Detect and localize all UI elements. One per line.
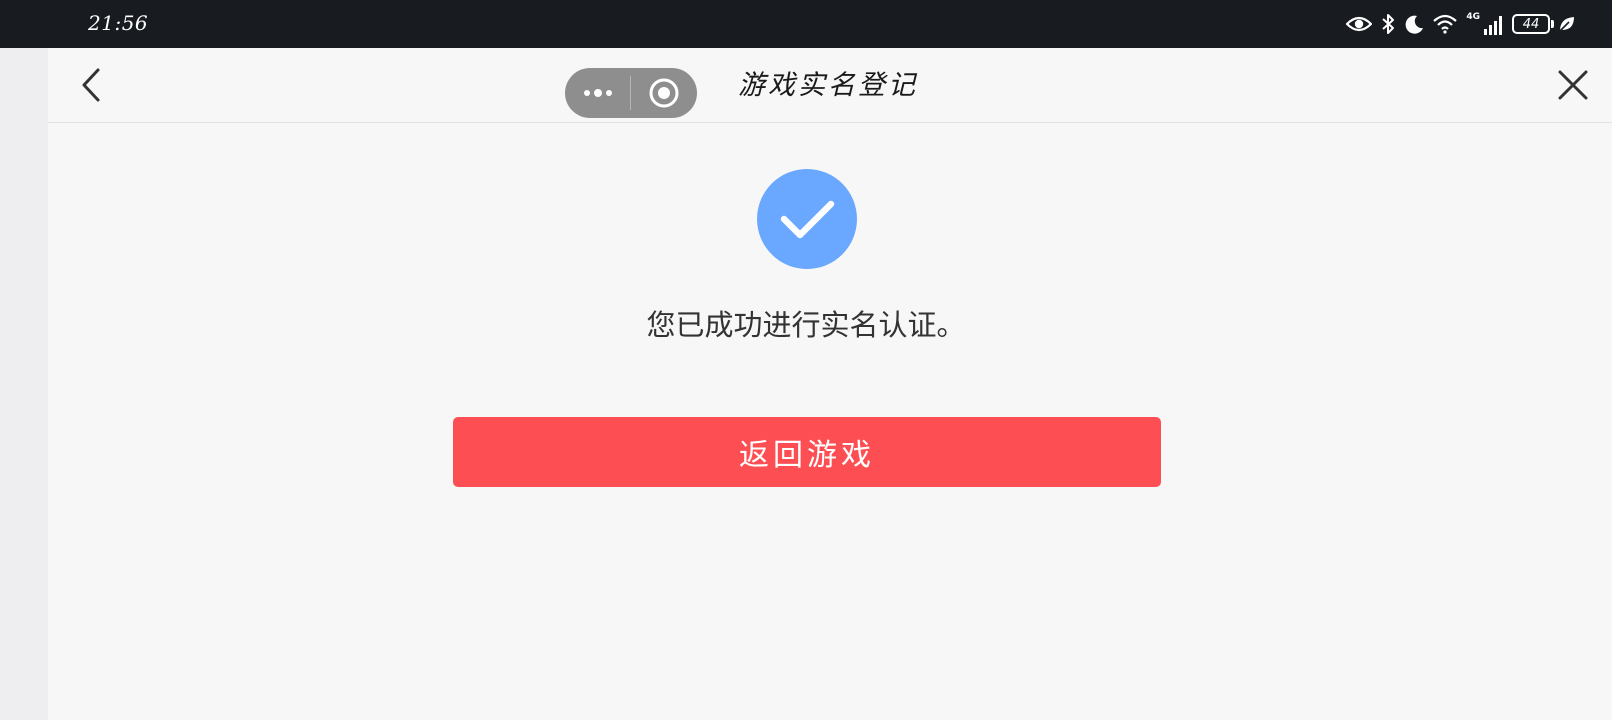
return-to-game-button[interactable]: 返回游戏: [453, 417, 1161, 487]
battery-icon: 44: [1512, 14, 1554, 34]
status-time: 21:56: [88, 11, 149, 35]
status-icons: 4G 44: [1346, 8, 1576, 40]
status-bar: 21:56 4G 44: [0, 0, 1612, 48]
bluetooth-icon: [1382, 14, 1395, 34]
chevron-left-icon: [82, 68, 100, 102]
success-message: 您已成功进行实名认证。: [646, 308, 966, 342]
wifi-icon: [1433, 14, 1458, 34]
mini-program-capsule: [565, 68, 697, 118]
network-type: 4G: [1466, 12, 1480, 22]
left-edge-strip: [0, 48, 48, 720]
close-icon: [1558, 70, 1588, 100]
page: 游戏实名登记 您已成功进行实名认证。 返回游戏: [48, 48, 1612, 720]
nav-bar: 游戏实名登记: [48, 48, 1612, 123]
success-icon: [757, 169, 857, 269]
close-button[interactable]: [1556, 68, 1590, 102]
target-circle-icon: [649, 78, 678, 108]
more-button[interactable]: [565, 68, 630, 118]
moon-icon: [1405, 15, 1424, 34]
more-dots-icon: [583, 89, 612, 97]
page-title: 游戏实名登记: [738, 70, 918, 101]
cell-signal-icon: 4G: [1466, 13, 1504, 35]
battery-level: 44: [1522, 16, 1540, 32]
back-button[interactable]: [76, 66, 108, 104]
capsule-close-button[interactable]: [631, 68, 696, 118]
eye-icon: [1346, 16, 1373, 32]
checkmark-icon: [780, 200, 835, 239]
leaf-icon: [1559, 17, 1574, 32]
